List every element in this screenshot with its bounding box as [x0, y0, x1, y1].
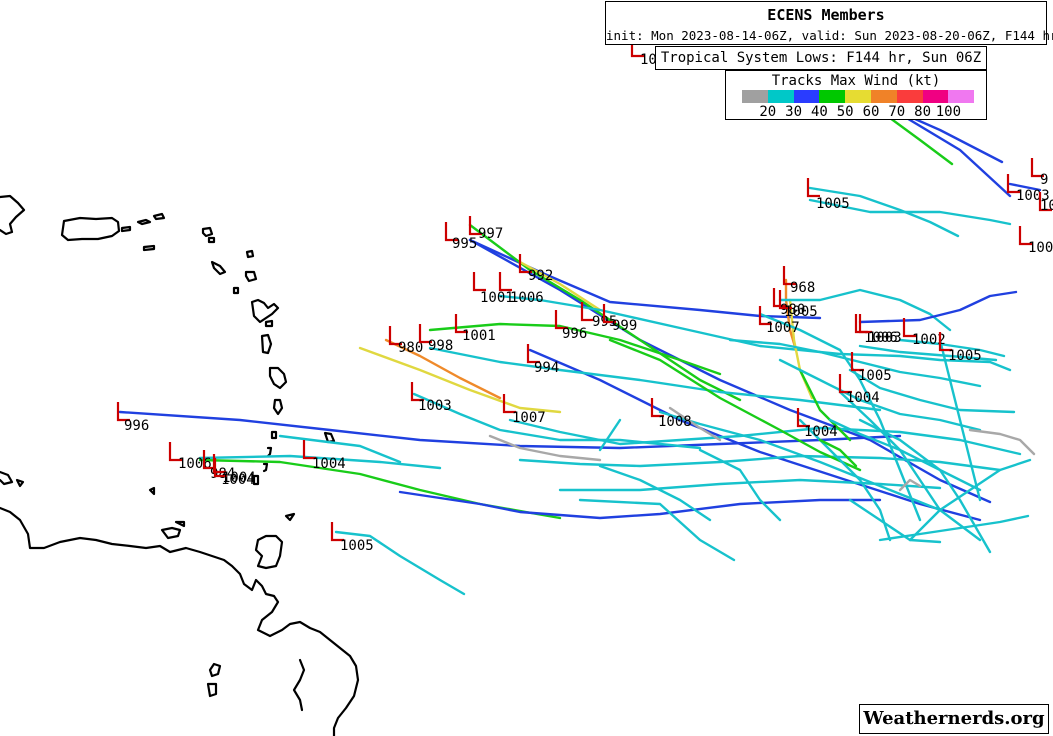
- legend-swatch: [870, 90, 897, 103]
- pressure-label: 996: [562, 326, 587, 342]
- pressure-label: 1005: [948, 348, 982, 364]
- island-grenadines: [262, 446, 273, 473]
- storm-track: [358, 346, 562, 414]
- island-vieques: [120, 225, 132, 233]
- storm-track: [468, 238, 822, 320]
- legend-swatch: [922, 90, 949, 103]
- island-bonaire: [148, 486, 156, 496]
- island-dominica: [260, 333, 273, 355]
- pressure-label: 9: [1040, 172, 1048, 188]
- legend-swatch: [767, 90, 794, 103]
- island-aruba: [15, 478, 25, 488]
- island-guadeloupe: [250, 298, 280, 324]
- map-subtitle: init: Mon 2023-08-14-06Z, valid: Sun 202…: [606, 28, 1053, 43]
- pressure-label: 997: [478, 226, 503, 242]
- legend-swatch: [742, 90, 768, 103]
- track-layer: [118, 106, 1042, 596]
- coastline-hispaniola-east: [0, 194, 26, 236]
- island-stkitts: [210, 260, 227, 276]
- pressure-label: 1005: [816, 196, 850, 212]
- pressure-label: 100: [1028, 240, 1053, 256]
- map-canvas: 1005910031001005995997992100110069689801…: [0, 0, 1053, 736]
- island-st-croix: [142, 244, 156, 252]
- storm-track: [578, 498, 736, 562]
- pressure-label: 1005: [340, 538, 374, 554]
- legend-swatches: [742, 90, 975, 103]
- pressure-label: 1006: [178, 456, 212, 472]
- island-barbuda: [245, 249, 255, 259]
- pressure-label: 1006: [510, 290, 544, 306]
- pressure-label: 1003: [868, 330, 902, 346]
- pressure-label: 1004: [221, 472, 255, 488]
- island-tobago: [284, 512, 296, 522]
- legend-swatch: [948, 90, 975, 103]
- legend-ticks: 20 30 40 50 60 70 80 100: [742, 104, 974, 120]
- legend-swatch: [793, 90, 820, 103]
- storm-track: [888, 106, 1012, 198]
- island-anguilla: [201, 226, 214, 238]
- pressure-label: 1007: [766, 320, 800, 336]
- pressure-label: 1004: [846, 390, 880, 406]
- legend-title: Tracks Max Wind (kt): [771, 73, 941, 89]
- island-montserrat: [232, 286, 240, 295]
- island-antigua: [244, 270, 258, 283]
- pressure-label: 994: [534, 360, 559, 376]
- storm-track: [598, 418, 622, 452]
- title-panel: ECENS Members init: Mon 2023-08-14-06Z, …: [605, 1, 1053, 45]
- legend-tick-label: 60: [862, 104, 880, 120]
- pressure-label: 1004: [804, 424, 838, 440]
- legend-tick-label: 70: [888, 104, 906, 120]
- coastline-guyana: [206, 662, 222, 698]
- storm-track: [508, 418, 1022, 456]
- island-trinidad: [254, 534, 284, 570]
- storm-track: [598, 464, 712, 522]
- legend-tick-label: 80: [914, 104, 932, 120]
- map-title: ECENS Members: [767, 6, 885, 24]
- pressure-label: 998: [428, 338, 453, 354]
- pressure-label: 992: [528, 268, 553, 284]
- coastline-guyana-river: [292, 658, 306, 712]
- pressure-label: 995: [452, 236, 477, 252]
- pressure-label: 1003: [1040, 198, 1053, 214]
- pressure-label: 1005: [784, 304, 818, 320]
- legend-tick-label: 20: [759, 104, 777, 120]
- wind-legend: Tracks Max Wind (kt) 20 30 40 50 60 70 80 100: [725, 70, 987, 120]
- legend-tick-label: 100: [935, 104, 962, 120]
- island-stlucia: [272, 398, 284, 416]
- coastline-puerto-rico: [60, 216, 121, 242]
- low-marker-icon: [498, 272, 512, 292]
- coastline-curacao: [0, 470, 14, 486]
- storm-track: [818, 438, 858, 468]
- storm-track: [118, 410, 902, 450]
- island-marie-galante: [264, 319, 274, 328]
- pressure-label: 1001: [480, 290, 514, 306]
- legend-swatch: [845, 90, 871, 103]
- pressure-label: 999: [612, 318, 637, 334]
- storm-track: [398, 490, 882, 520]
- pressure-label: 1008: [658, 414, 692, 430]
- pressure-label: 1007: [512, 410, 546, 426]
- legend-tick-label: 30: [785, 104, 803, 120]
- coastline-venezuela: [0, 506, 360, 736]
- island-martinique: [268, 366, 288, 390]
- credit-watermark: Weathernerds.org: [859, 704, 1049, 734]
- legend-swatch: [896, 90, 923, 103]
- island-virgin-2: [152, 212, 166, 221]
- pressure-label: 996: [124, 418, 149, 434]
- island-virgin-1: [136, 218, 152, 226]
- pressure-label: 1005: [858, 368, 892, 384]
- legend-tick-label: 40: [810, 104, 828, 120]
- lows-label: Tropical System Lows: F144 hr, Sun 06Z: [655, 46, 987, 70]
- island-stvincent: [270, 430, 278, 440]
- storm-track: [938, 338, 982, 502]
- island-margarita: [160, 520, 186, 540]
- low-marker-icon: [472, 272, 486, 292]
- pressure-label: 968: [790, 280, 815, 296]
- pressure-label: 1001: [462, 328, 496, 344]
- legend-tick-label: 50: [836, 104, 854, 120]
- pressure-label: 1003: [418, 398, 452, 414]
- island-stmartin: [207, 236, 216, 244]
- pressure-label: 1004: [312, 456, 346, 472]
- legend-swatch: [819, 90, 846, 103]
